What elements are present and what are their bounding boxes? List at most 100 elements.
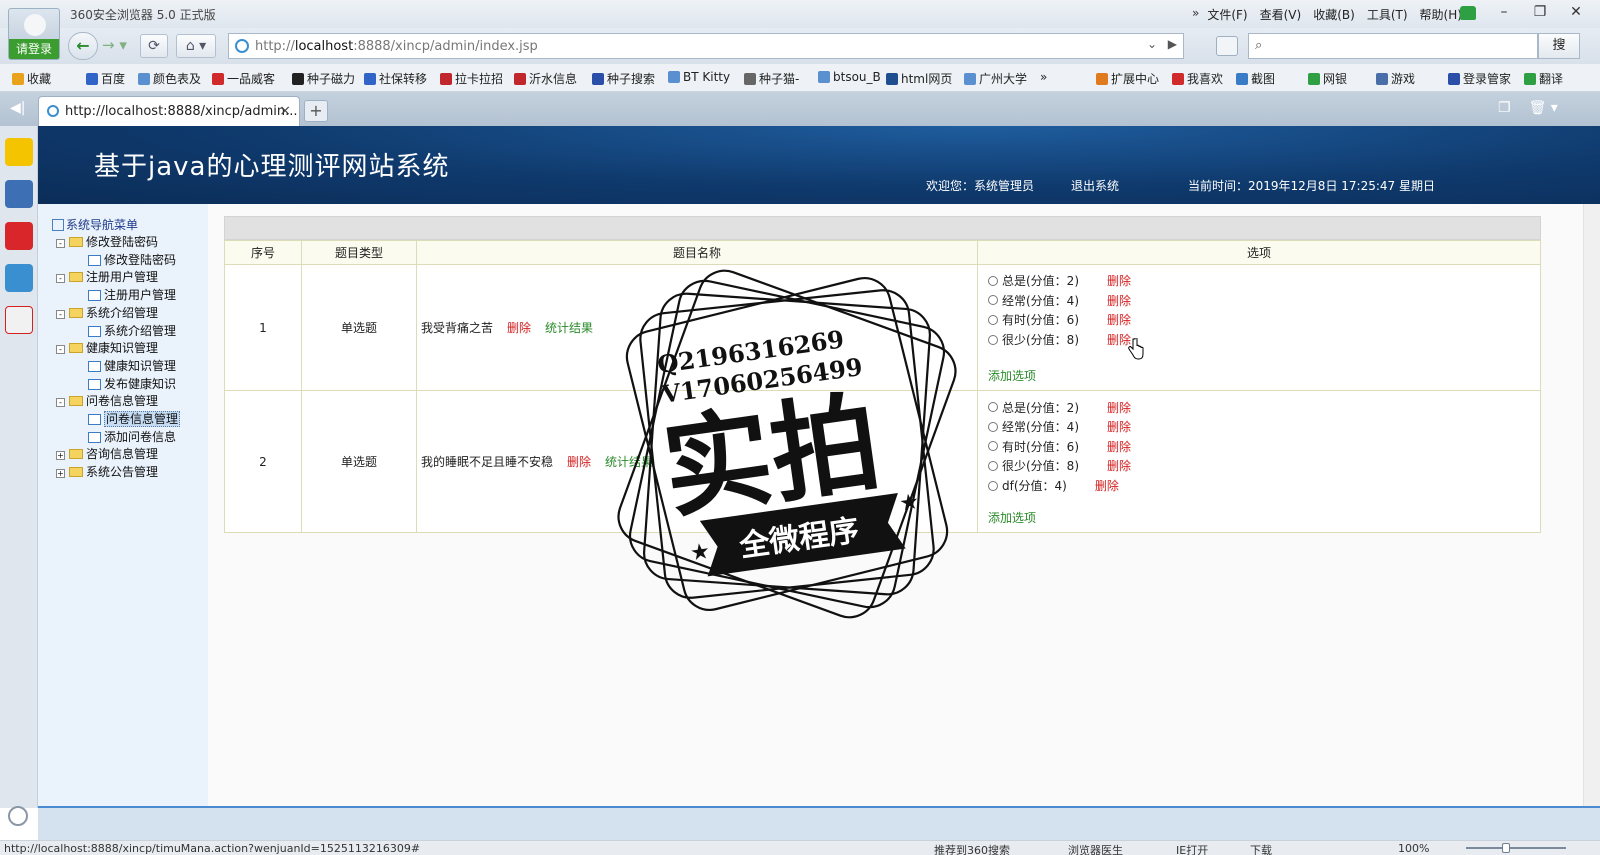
- delete-option-link[interactable]: 删除: [1107, 438, 1131, 455]
- add-option-link[interactable]: 添加选项: [988, 367, 1528, 384]
- expand-icon[interactable]: +: [56, 451, 65, 461]
- bookmark-item[interactable]: html网页: [886, 70, 952, 87]
- option-radio[interactable]: [988, 441, 998, 452]
- tree-folder[interactable]: - 健康知识管理: [56, 339, 158, 356]
- bookmark-item[interactable]: btsou_B: [818, 70, 881, 84]
- shield-icon[interactable]: [1216, 36, 1238, 56]
- favorites-icon[interactable]: [5, 138, 33, 166]
- user-avatar[interactable]: 请登录: [8, 8, 60, 60]
- restore-button[interactable]: ❐: [1522, 0, 1558, 26]
- add-option-link[interactable]: 添加选项: [988, 509, 1528, 526]
- expand-icon[interactable]: +: [56, 469, 65, 479]
- tree-folder[interactable]: + 咨询信息管理: [56, 445, 158, 462]
- tree-folder[interactable]: - 注册用户管理: [56, 268, 158, 285]
- delete-option-link[interactable]: 删除: [1107, 457, 1131, 474]
- toolbar-item[interactable]: 游戏: [1376, 70, 1415, 87]
- delete-question-link[interactable]: 删除: [507, 321, 531, 335]
- browser-tab[interactable]: http://localhost:8888/xincp/admin... ×: [38, 96, 300, 126]
- collapse-icon[interactable]: -: [56, 274, 65, 284]
- option-radio[interactable]: [988, 275, 998, 286]
- delete-option-link[interactable]: 删除: [1107, 399, 1131, 416]
- go-icon[interactable]: ▶: [1168, 37, 1177, 51]
- back-button[interactable]: ←: [68, 32, 98, 60]
- collapse-icon[interactable]: -: [56, 345, 65, 355]
- tree-page-link[interactable]: 修改登陆密码: [88, 251, 176, 268]
- delete-option-link[interactable]: 删除: [1107, 418, 1131, 435]
- phone-icon[interactable]: [5, 264, 33, 292]
- menu-more-icon[interactable]: »: [1192, 6, 1199, 23]
- zoom-slider[interactable]: [1466, 847, 1566, 849]
- tree-page-link[interactable]: 问卷信息管理: [88, 410, 181, 427]
- refresh-button[interactable]: ⟳: [140, 34, 168, 58]
- tree-folder[interactable]: - 修改登陆密码: [56, 233, 158, 250]
- bookmark-item[interactable]: 百度: [86, 70, 125, 87]
- tree-root[interactable]: 系统导航菜单: [52, 216, 138, 233]
- stats-link[interactable]: 统计结果: [545, 321, 593, 335]
- login-label[interactable]: 请登录: [9, 39, 59, 59]
- collapse-icon[interactable]: -: [56, 398, 65, 408]
- status-zoom[interactable]: 100%: [1398, 842, 1429, 855]
- bookmark-item[interactable]: 种子猫-: [744, 70, 799, 87]
- zoom-slider-knob[interactable]: [1502, 843, 1510, 853]
- collapse-icon[interactable]: -: [56, 239, 65, 248]
- address-bar[interactable]: http://localhost:8888/xincp/admin/index.…: [228, 33, 1184, 59]
- toolbar-item[interactable]: 截图: [1236, 70, 1275, 87]
- option-radio[interactable]: [988, 314, 998, 325]
- weibo-icon[interactable]: [5, 222, 33, 250]
- tree-page-link[interactable]: 系统介绍管理: [88, 322, 176, 339]
- tree-page-link[interactable]: 发布健康知识: [88, 375, 176, 392]
- menu-item[interactable]: 收藏(B): [1313, 6, 1355, 23]
- tree-folder[interactable]: + 系统公告管理: [56, 463, 158, 480]
- toolbar-item[interactable]: 登录管家: [1448, 70, 1511, 87]
- minimize-button[interactable]: –: [1486, 0, 1522, 26]
- bookmark-item[interactable]: 社保转移: [364, 70, 427, 87]
- trash-icon[interactable]: 🗑 ▾: [1529, 100, 1558, 116]
- address-dropdown-icon[interactable]: ⌄: [1147, 37, 1157, 51]
- new-tab-button[interactable]: +: [304, 100, 328, 122]
- logout-link[interactable]: 退出系统: [1071, 177, 1119, 194]
- collapse-icon[interactable]: -: [56, 309, 65, 319]
- search-input[interactable]: ⌕: [1248, 33, 1538, 59]
- toolbar-item[interactable]: 翻译: [1524, 70, 1563, 87]
- news-icon[interactable]: [5, 180, 33, 208]
- sidebar-toggle-icon[interactable]: ◀|: [10, 100, 25, 116]
- status-ie-open[interactable]: IE打开: [1176, 842, 1208, 855]
- home-button[interactable]: ⌂ ▾: [176, 34, 216, 58]
- close-window-button[interactable]: ✕: [1558, 0, 1594, 26]
- menu-item[interactable]: 工具(T): [1367, 6, 1408, 23]
- bookmarks-more-icon[interactable]: »: [1040, 70, 1047, 84]
- status-search-recommend[interactable]: 推荐到360搜索: [934, 842, 1010, 855]
- delete-option-link[interactable]: 删除: [1107, 272, 1131, 289]
- mail-icon[interactable]: [5, 306, 33, 334]
- bookmark-item[interactable]: 收藏: [12, 70, 51, 87]
- tree-folder[interactable]: - 系统介绍管理: [56, 304, 158, 321]
- tab-close-button[interactable]: ×: [279, 103, 291, 119]
- restore-tabs-icon[interactable]: ❐: [1498, 100, 1511, 116]
- bookmark-item[interactable]: 种子搜索: [592, 70, 655, 87]
- delete-option-link[interactable]: 删除: [1095, 477, 1119, 494]
- option-radio[interactable]: [988, 402, 998, 413]
- menu-item[interactable]: 帮助(H): [1420, 6, 1462, 23]
- toolbar-item[interactable]: 我喜欢: [1172, 70, 1223, 87]
- option-radio[interactable]: [988, 295, 998, 306]
- delete-question-link[interactable]: 删除: [567, 455, 591, 469]
- bookmark-item[interactable]: 拉卡拉招: [440, 70, 503, 87]
- bookmark-item[interactable]: 颜色表及: [138, 70, 201, 87]
- menu-item[interactable]: 查看(V): [1260, 6, 1302, 23]
- toolbar-item[interactable]: 扩展中心: [1096, 70, 1159, 87]
- delete-option-link[interactable]: 删除: [1107, 311, 1131, 328]
- option-radio[interactable]: [988, 460, 998, 471]
- status-browser-doctor[interactable]: 浏览器医生: [1068, 842, 1123, 855]
- option-radio[interactable]: [988, 334, 998, 345]
- bookmark-item[interactable]: 广州大学: [964, 70, 1027, 87]
- tree-page-link[interactable]: 添加问卷信息: [88, 428, 176, 445]
- search-button[interactable]: 搜: [1538, 33, 1580, 59]
- bookmark-item[interactable]: BT Kitty: [668, 70, 730, 84]
- scrollbar[interactable]: [1583, 204, 1600, 808]
- skin-icon[interactable]: [1460, 6, 1476, 20]
- menu-item[interactable]: 文件(F): [1207, 6, 1247, 23]
- option-radio[interactable]: [988, 480, 998, 491]
- forward-button[interactable]: → ▾: [102, 36, 127, 54]
- address-text[interactable]: http://localhost:8888/xincp/admin/index.…: [255, 39, 538, 54]
- bookmark-item[interactable]: 沂水信息: [514, 70, 577, 87]
